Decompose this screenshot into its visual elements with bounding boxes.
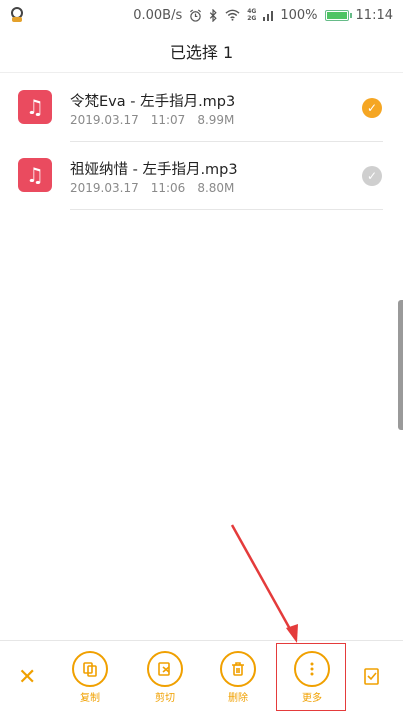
cut-label: 剪切 xyxy=(155,693,175,704)
copy-label: 复制 xyxy=(80,693,100,704)
network-type-tags: 4G 2G xyxy=(247,8,256,22)
annotation-highlight-box xyxy=(276,643,346,711)
close-selection-button[interactable]: ✕ xyxy=(18,665,36,690)
cut-icon xyxy=(147,651,183,687)
file-date: 2019.03.17 xyxy=(70,113,139,127)
file-meta: 2019.03.17 11:06 8.80M xyxy=(70,181,234,195)
checkbox-checked-icon[interactable]: ✓ xyxy=(362,98,382,118)
net-tag-top: 4G xyxy=(247,8,257,15)
file-item[interactable]: ♫ 祖娅纳惜 - 左手指月.mp3 2019.03.17 11:06 8.80M… xyxy=(0,148,403,216)
file-list: ♫ 令梵Eva - 左手指月.mp3 2019.03.17 11:07 8.99… xyxy=(0,80,403,216)
cut-button[interactable]: 剪切 xyxy=(140,651,190,704)
wifi-icon xyxy=(225,9,240,21)
page-title: 已选择 1 xyxy=(169,43,234,62)
copy-icon xyxy=(72,651,108,687)
checkbox-unchecked-icon[interactable]: ✓ xyxy=(362,166,382,186)
network-speed: 0.00B/s xyxy=(133,7,183,23)
battery-icon xyxy=(324,9,352,21)
signal-icon xyxy=(263,11,274,21)
trash-icon xyxy=(220,651,256,687)
file-size: 8.99M xyxy=(197,113,235,127)
file-name: 祖娅纳惜 - 左手指月.mp3 xyxy=(70,162,238,178)
file-time: 11:06 xyxy=(150,181,186,195)
status-bar: 0.00B/s 4G 2G 100% 11:14 xyxy=(0,0,403,30)
scroll-handle[interactable] xyxy=(398,300,403,430)
alarm-icon xyxy=(190,8,202,22)
file-item[interactable]: ♫ 令梵Eva - 左手指月.mp3 2019.03.17 11:07 8.99… xyxy=(0,80,403,148)
music-file-icon: ♫ xyxy=(18,158,52,192)
delete-label: 删除 xyxy=(228,693,248,704)
battery-percent: 100% xyxy=(280,7,318,23)
file-size: 8.80M xyxy=(197,181,235,195)
status-left xyxy=(10,7,24,23)
selection-header: 已选择 1 xyxy=(0,30,403,73)
net-tag-bottom: 2G xyxy=(247,15,257,22)
file-time: 11:07 xyxy=(150,113,186,127)
music-file-icon: ♫ xyxy=(18,90,52,124)
file-name: 令梵Eva - 左手指月.mp3 xyxy=(70,94,236,110)
select-all-icon[interactable] xyxy=(364,666,382,686)
clock: 11:14 xyxy=(355,7,393,23)
file-meta: 2019.03.17 11:07 8.99M xyxy=(70,113,234,127)
delete-button[interactable]: 删除 xyxy=(213,651,263,704)
file-date: 2019.03.17 xyxy=(70,181,139,195)
qq-icon xyxy=(10,7,24,23)
status-right: 0.00B/s 4G 2G 100% 11:14 xyxy=(133,8,393,23)
divider xyxy=(70,141,383,142)
bluetooth-icon xyxy=(210,8,217,22)
divider xyxy=(70,209,383,210)
copy-button[interactable]: 复制 xyxy=(65,651,115,704)
